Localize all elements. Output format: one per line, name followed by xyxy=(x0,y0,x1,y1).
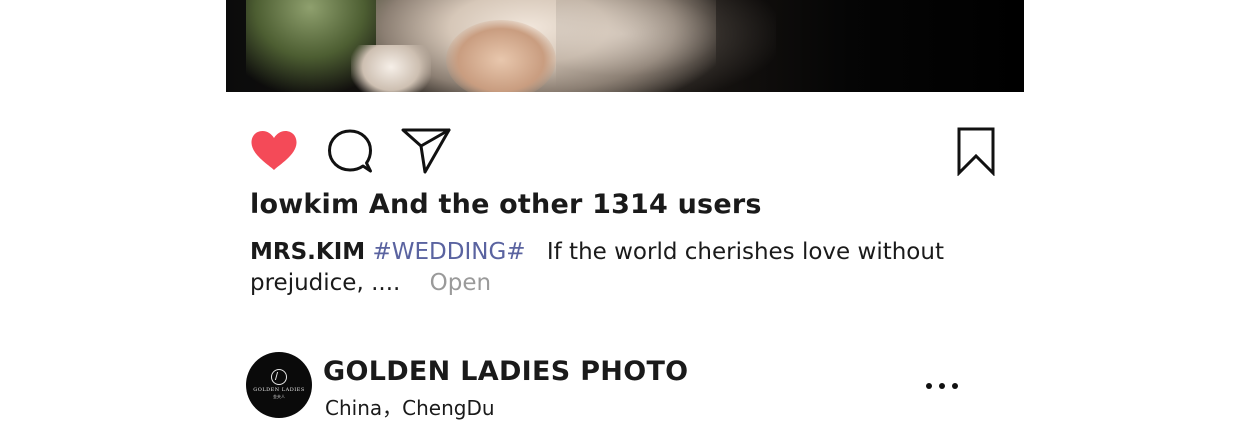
post-photo[interactable] xyxy=(226,0,1024,92)
heart-icon[interactable] xyxy=(249,129,299,173)
caption-hashtag[interactable]: #WEDDING# xyxy=(372,239,525,265)
post-caption: MRS.KIM #WEDDING# If the world cherishes… xyxy=(250,237,950,299)
caption-author[interactable]: MRS.KIM xyxy=(250,239,365,265)
likes-summary[interactable]: lowkim And the other 1314 users xyxy=(250,189,762,220)
caption-text-line2: prejudice, .... xyxy=(250,270,401,296)
comment-icon[interactable] xyxy=(327,127,373,175)
post-action-bar xyxy=(0,120,1250,180)
photo-veil xyxy=(556,0,776,92)
bookmark-icon[interactable] xyxy=(956,126,996,176)
avatar-logo-text: GOLDEN LADIES xyxy=(253,387,305,393)
logo-mark-icon xyxy=(271,369,287,385)
send-icon[interactable] xyxy=(401,126,451,174)
account-name[interactable]: GOLDEN LADIES PHOTO xyxy=(323,356,688,387)
account-location[interactable]: China，ChengDu xyxy=(325,392,495,421)
photo-arm xyxy=(446,20,556,92)
caption-open-link[interactable]: Open xyxy=(430,270,491,296)
account-avatar[interactable]: GOLDEN LADIES 金夫人 xyxy=(246,352,312,418)
caption-text-line1: If the world cherishes love without xyxy=(546,239,944,265)
avatar-logo-sub: 金夫人 xyxy=(273,394,285,399)
more-dots-icon[interactable] xyxy=(926,380,958,392)
photo-lace xyxy=(351,45,431,92)
